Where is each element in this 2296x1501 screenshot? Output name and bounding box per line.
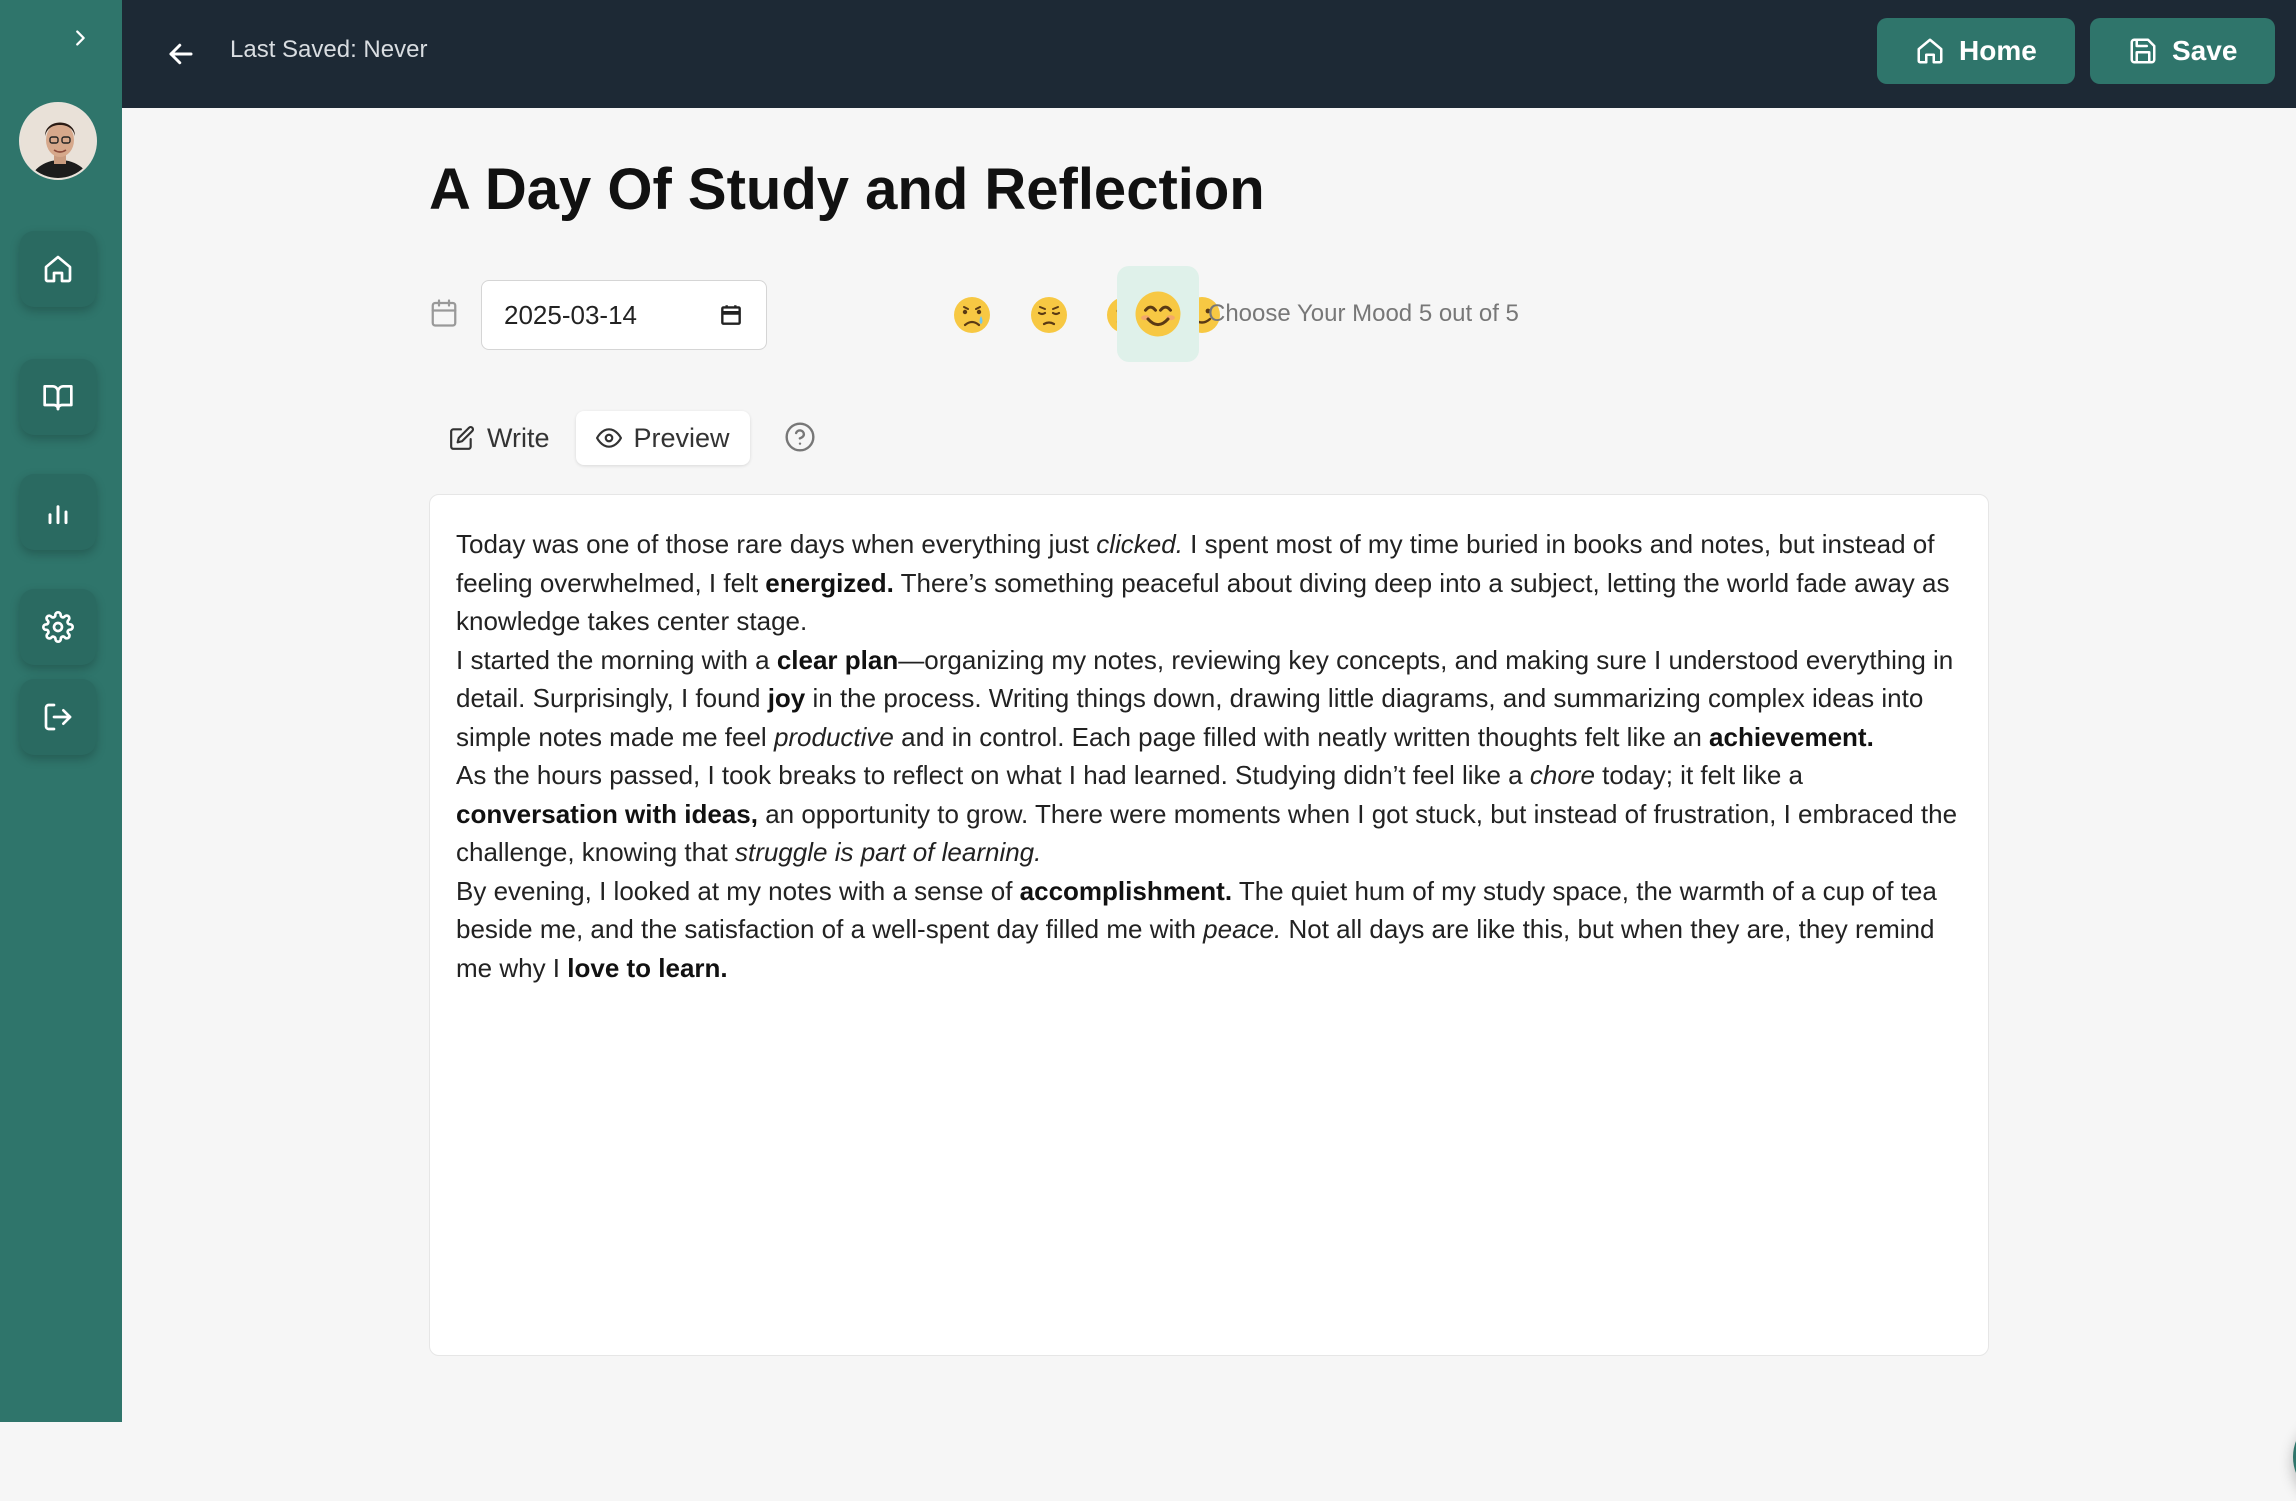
sidebar	[0, 0, 122, 1422]
tab-preview[interactable]: Preview	[575, 411, 750, 465]
sidebar-item-stats[interactable]	[20, 474, 96, 550]
eye-icon	[595, 428, 622, 448]
gear-icon	[42, 611, 74, 643]
pensive-face-icon	[1031, 297, 1067, 333]
sidebar-item-logout[interactable]	[20, 679, 96, 755]
entry-editor[interactable]: Today was one of those rare days when ev…	[429, 494, 1989, 1356]
expand-sidebar-button[interactable]	[60, 18, 100, 58]
smiling-face-icon	[1135, 291, 1181, 337]
top-bar: Last Saved: Never Home Save	[122, 0, 2296, 108]
paragraph-4: By evening, I looked at my notes with a …	[456, 875, 1937, 983]
help-circle-icon	[785, 422, 815, 452]
help-button[interactable]	[784, 421, 816, 458]
mood-option-1[interactable]	[949, 292, 995, 338]
main-content: A Day Of Study and Reflection 2025-03-14…	[122, 108, 2296, 1501]
logout-icon	[44, 703, 72, 731]
save-icon	[2130, 38, 2156, 64]
mood-option-5-selected[interactable]	[1117, 266, 1199, 362]
bar-chart-icon	[48, 505, 68, 525]
home-icon	[1917, 38, 1943, 64]
paragraph-3: As the hours passed, I took breaks to re…	[456, 760, 1958, 867]
user-avatar-icon	[21, 104, 95, 178]
crying-face-icon	[954, 297, 990, 333]
home-button[interactable]: Home	[1877, 18, 2075, 84]
calendar-icon	[429, 298, 459, 333]
date-input[interactable]: 2025-03-14	[481, 280, 767, 350]
edit-icon	[450, 426, 474, 450]
avatar[interactable]	[19, 102, 97, 180]
paragraph-2: I started the morning with a clear plan—…	[456, 644, 1954, 752]
chevron-right-icon	[76, 30, 85, 46]
mood-option-2[interactable]	[1026, 292, 1072, 338]
tab-write-label: Write	[487, 422, 550, 453]
save-button-label: Save	[2172, 35, 2238, 66]
back-button[interactable]	[157, 30, 205, 78]
editor-tabs: Write Preview	[429, 406, 750, 470]
sidebar-item-home[interactable]	[20, 231, 96, 307]
arrow-left-icon	[169, 43, 193, 65]
paragraph-1: Today was one of those rare days when ev…	[456, 529, 1950, 636]
entry-title[interactable]: A Day Of Study and Reflection	[429, 156, 1265, 223]
book-icon	[43, 385, 73, 411]
tab-write[interactable]: Write	[429, 411, 570, 465]
date-picker-icon[interactable]	[718, 302, 744, 328]
home-button-label: Home	[1959, 35, 2037, 66]
date-value: 2025-03-14	[504, 299, 637, 330]
last-saved-status: Last Saved: Never	[230, 36, 428, 63]
sidebar-item-settings[interactable]	[20, 589, 96, 665]
home-icon	[44, 255, 72, 283]
mood-label: Choose Your Mood 5 out of 5	[1208, 300, 1519, 327]
tab-preview-label: Preview	[633, 422, 730, 453]
sidebar-item-journal[interactable]	[20, 359, 96, 435]
save-button[interactable]: Save	[2090, 18, 2276, 84]
